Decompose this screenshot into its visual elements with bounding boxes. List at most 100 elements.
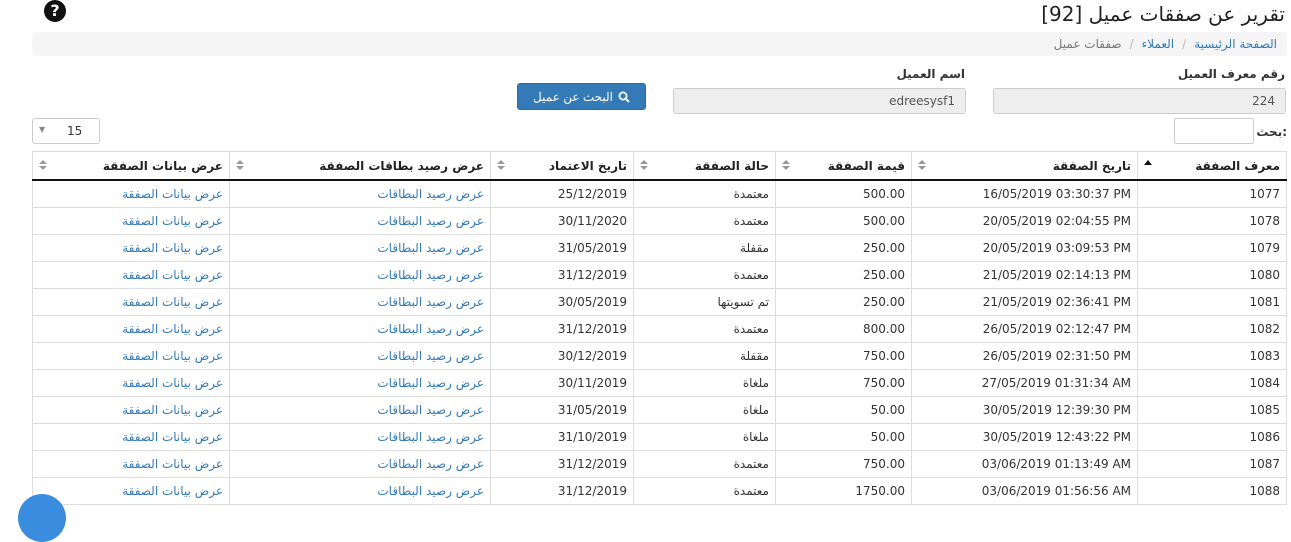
- sort-both-icon: [497, 160, 505, 170]
- cell-value: 750.00: [775, 342, 912, 370]
- view-card-balance-link[interactable]: عرض رصيد البطاقات: [377, 322, 484, 336]
- search-customer-button[interactable]: البحث عن عميل: [517, 83, 646, 110]
- cell-status: مقفلة: [633, 234, 776, 262]
- cell-status: مقفلة: [633, 342, 776, 370]
- column-header-value[interactable]: قيمة الصفقة: [775, 151, 912, 181]
- cell-date: 16/05/2019 03:30:37 PM: [911, 179, 1138, 208]
- cell-value: 250.00: [775, 234, 912, 262]
- cell-status: معتمدة: [633, 450, 776, 478]
- table-body: 1077 16/05/2019 03:30:37 PM 500.00 معتمدة 25…: [32, 179, 1287, 505]
- cell-details: عرض بيانات الصفقة: [32, 315, 230, 343]
- view-card-balance-link[interactable]: عرض رصيد البطاقات: [377, 430, 484, 444]
- column-header-status[interactable]: حالة الصفقة: [633, 151, 776, 181]
- search-icon: [618, 91, 630, 103]
- view-deal-details-link[interactable]: عرض بيانات الصفقة: [122, 349, 223, 363]
- customer-id-field[interactable]: 224: [993, 88, 1286, 114]
- view-card-balance-link[interactable]: عرض رصيد البطاقات: [377, 214, 484, 228]
- table-row: 1078 20/05/2019 02:04:55 PM 500.00 معتمدة 30…: [32, 207, 1287, 235]
- view-card-balance-link[interactable]: عرض رصيد البطاقات: [377, 268, 484, 282]
- cell-date: 27/05/2019 01:31:34 AM: [911, 369, 1138, 397]
- dropdown-caret-icon: ▼: [39, 125, 46, 134]
- table-row: 1082 26/05/2019 02:12:47 PM 800.00 معتمدة 31…: [32, 315, 1287, 343]
- table-row: 1079 20/05/2019 03:09:53 PM 250.00 مقفلة 31/…: [32, 234, 1287, 262]
- cell-approval: 31/12/2019: [490, 450, 634, 478]
- breadcrumb-home-link[interactable]: الصفحة الرئيسية: [1194, 37, 1277, 51]
- cell-balance: عرض رصيد البطاقات: [229, 288, 491, 316]
- view-deal-details-link[interactable]: عرض بيانات الصفقة: [122, 214, 223, 228]
- view-card-balance-link[interactable]: عرض رصيد البطاقات: [377, 349, 484, 363]
- cell-details: عرض بيانات الصفقة: [32, 423, 230, 451]
- cell-value: 250.00: [775, 261, 912, 289]
- help-question-icon[interactable]: ?: [44, 0, 66, 22]
- cell-value: 500.00: [775, 207, 912, 235]
- cell-balance: عرض رصيد البطاقات: [229, 179, 491, 208]
- view-card-balance-link[interactable]: عرض رصيد البطاقات: [377, 484, 484, 498]
- cell-approval: 31/12/2019: [490, 261, 634, 289]
- cell-balance: عرض رصيد البطاقات: [229, 234, 491, 262]
- cell-date: 20/05/2019 03:09:53 PM: [911, 234, 1138, 262]
- view-card-balance-link[interactable]: عرض رصيد البطاقات: [377, 457, 484, 471]
- view-card-balance-link[interactable]: عرض رصيد البطاقات: [377, 295, 484, 309]
- view-deal-details-link[interactable]: عرض بيانات الصفقة: [122, 457, 223, 471]
- sort-both-icon: [782, 160, 790, 170]
- column-header-date[interactable]: تاريخ الصفقة: [911, 151, 1138, 181]
- chat-floating-button[interactable]: [18, 494, 66, 542]
- cell-date: 26/05/2019 02:31:50 PM: [911, 342, 1138, 370]
- sort-both-icon: [640, 160, 648, 170]
- cell-date: 30/05/2019 12:39:30 PM: [911, 396, 1138, 424]
- cell-date: 26/05/2019 02:12:47 PM: [911, 315, 1138, 343]
- view-deal-details-link[interactable]: عرض بيانات الصفقة: [122, 268, 223, 282]
- table-search-input[interactable]: [1174, 118, 1254, 144]
- view-card-balance-link[interactable]: عرض رصيد البطاقات: [377, 376, 484, 390]
- cell-details: عرض بيانات الصفقة: [32, 288, 230, 316]
- cell-details: عرض بيانات الصفقة: [32, 477, 230, 505]
- page-title: تقرير عن صفقات عميل [92]: [1041, 2, 1285, 26]
- page-length-value: 15: [67, 124, 83, 138]
- table-row: 1085 30/05/2019 12:39:30 PM 50.00 ملغاة 31/0…: [32, 396, 1287, 424]
- page-length-select[interactable]: ▼ 15: [32, 118, 100, 144]
- customer-name-field[interactable]: edreesysf1: [673, 88, 966, 114]
- cell-details: عرض بيانات الصفقة: [32, 342, 230, 370]
- view-deal-details-link[interactable]: عرض بيانات الصفقة: [122, 376, 223, 390]
- column-header-id[interactable]: معرف الصفقة: [1137, 151, 1287, 181]
- cell-balance: عرض رصيد البطاقات: [229, 342, 491, 370]
- cell-approval: 31/10/2019: [490, 423, 634, 451]
- cell-approval: 31/05/2019: [490, 234, 634, 262]
- column-header-details[interactable]: عرض بيانات الصفقة: [32, 151, 230, 181]
- cell-approval: 31/12/2019: [490, 477, 634, 505]
- customer-id-label: رقم معرف العميل: [1177, 67, 1285, 81]
- view-card-balance-link[interactable]: عرض رصيد البطاقات: [377, 187, 484, 201]
- breadcrumb-customers-link[interactable]: العملاء: [1142, 37, 1175, 51]
- cell-date: 03/06/2019 01:56:56 AM: [911, 477, 1138, 505]
- cell-status: معتمدة: [633, 179, 776, 208]
- sort-both-icon: [918, 160, 926, 170]
- cell-date: 21/05/2019 02:36:41 PM: [911, 288, 1138, 316]
- sort-ascending-icon: [1144, 160, 1152, 165]
- table-row: 1081 21/05/2019 02:36:41 PM 250.00 تم تسويت…: [32, 288, 1287, 316]
- column-header-approval[interactable]: تاريخ الاعتماد: [490, 151, 634, 181]
- sort-both-icon: [236, 160, 244, 170]
- view-card-balance-link[interactable]: عرض رصيد البطاقات: [377, 241, 484, 255]
- view-card-balance-link[interactable]: عرض رصيد البطاقات: [377, 403, 484, 417]
- view-deal-details-link[interactable]: عرض بيانات الصفقة: [122, 430, 223, 444]
- cell-date: 30/05/2019 12:43:22 PM: [911, 423, 1138, 451]
- cell-value: 750.00: [775, 369, 912, 397]
- cell-id: 1085: [1137, 396, 1287, 424]
- view-deal-details-link[interactable]: عرض بيانات الصفقة: [122, 241, 223, 255]
- view-deal-details-link[interactable]: عرض بيانات الصفقة: [122, 403, 223, 417]
- cell-balance: عرض رصيد البطاقات: [229, 423, 491, 451]
- cell-approval: 30/11/2020: [490, 207, 634, 235]
- column-header-balance[interactable]: عرض رصيد بطاقات الصفقة: [229, 151, 491, 181]
- view-deal-details-link[interactable]: عرض بيانات الصفقة: [122, 187, 223, 201]
- table-row: 1077 16/05/2019 03:30:37 PM 500.00 معتمدة 25…: [32, 179, 1287, 208]
- view-deal-details-link[interactable]: عرض بيانات الصفقة: [122, 295, 223, 309]
- column-header-label: قيمة الصفقة: [827, 158, 905, 173]
- cell-id: 1087: [1137, 450, 1287, 478]
- table-search-label: :بحث: [1256, 125, 1287, 139]
- cell-details: عرض بيانات الصفقة: [32, 369, 230, 397]
- cell-details: عرض بيانات الصفقة: [32, 261, 230, 289]
- view-deal-details-link[interactable]: عرض بيانات الصفقة: [122, 322, 223, 336]
- cell-id: 1077: [1137, 179, 1287, 208]
- cell-status: معتمدة: [633, 315, 776, 343]
- view-deal-details-link[interactable]: عرض بيانات الصفقة: [122, 484, 223, 498]
